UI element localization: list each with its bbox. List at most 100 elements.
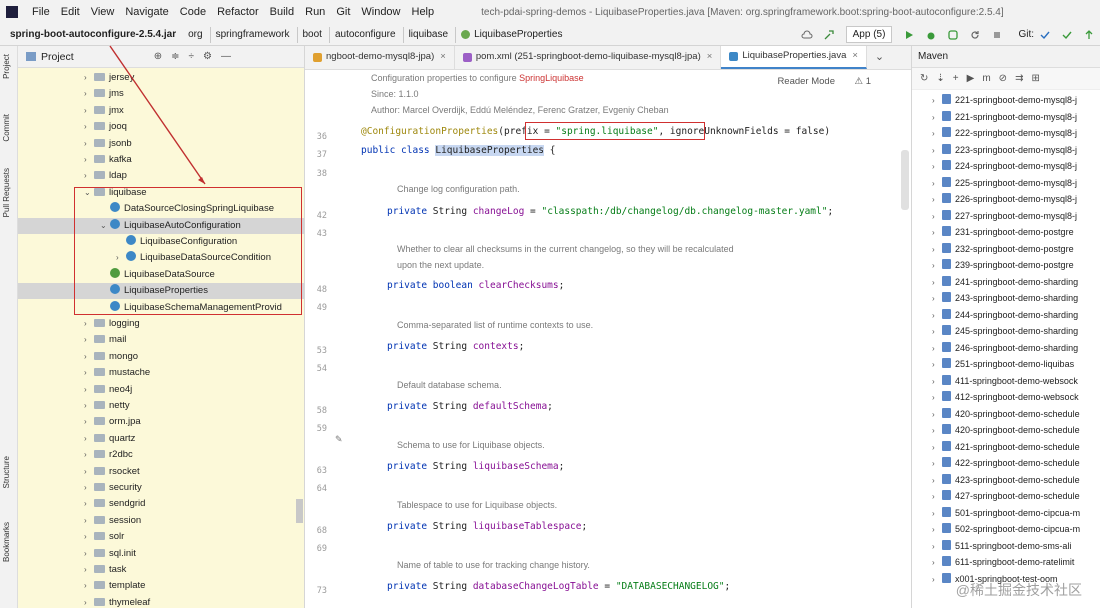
expand-arrow-icon[interactable]: ›: [932, 110, 942, 127]
tree-class[interactable]: DataSourceClosingSpringLiquibase: [18, 201, 304, 217]
expand-arrow-icon[interactable]: ›: [932, 506, 942, 523]
tree-class[interactable]: LiquibaseConfiguration: [18, 234, 304, 250]
tree-class[interactable]: ⌄ LiquibaseAutoConfiguration: [18, 217, 304, 234]
maven-project-item[interactable]: › 232-springboot-demo-postgre: [912, 241, 1074, 258]
debug-icon[interactable]: [925, 29, 937, 41]
expand-arrow-icon[interactable]: ›: [932, 539, 942, 556]
git-update-icon[interactable]: [1039, 29, 1051, 41]
expand-arrow-icon[interactable]: ›: [932, 209, 942, 226]
code-editor[interactable]: Reader Mode ⚠ 1 Configuration properties…: [357, 70, 911, 608]
tree-folder[interactable]: › solr: [18, 529, 304, 545]
maven-project-item[interactable]: › 246-springboot-demo-sharding: [912, 340, 1078, 357]
expand-arrow-icon[interactable]: ›: [84, 414, 94, 430]
tree-folder[interactable]: ⌄ liquibase: [18, 185, 304, 201]
expand-arrow-icon[interactable]: ›: [932, 308, 942, 325]
tab-list-chevron-icon[interactable]: ⌄: [875, 50, 884, 63]
maven-project-item[interactable]: › 223-springboot-demo-mysql8-j: [912, 142, 1077, 159]
expand-arrow-icon[interactable]: ›: [932, 93, 942, 110]
stop-icon[interactable]: [991, 29, 1003, 41]
expand-arrow-icon[interactable]: ›: [84, 398, 94, 414]
editor-tab[interactable]: ngboot-demo-mysql8-jpa) ×: [305, 46, 455, 69]
tree-folder[interactable]: › jmx: [18, 103, 304, 119]
expand-arrow-icon[interactable]: ›: [84, 529, 94, 545]
tree-class[interactable]: LiquibaseDataSource: [18, 267, 304, 283]
expand-arrow-icon[interactable]: ›: [932, 291, 942, 308]
tree-folder[interactable]: › quartz: [18, 431, 304, 447]
expand-arrow-icon[interactable]: ›: [932, 440, 942, 457]
maven-project-item[interactable]: › 411-springboot-demo-websock: [912, 373, 1078, 390]
expand-arrow-icon[interactable]: ›: [84, 447, 94, 463]
code-line-field[interactable]: private String changeLog = "classpath:/d…: [387, 206, 833, 217]
maven-project-item[interactable]: › 227-springboot-demo-mysql8-j: [912, 208, 1077, 225]
run-icon[interactable]: [903, 29, 915, 41]
expand-arrow-icon[interactable]: ›: [932, 390, 942, 407]
expand-arrow-icon[interactable]: ›: [932, 522, 942, 539]
tree-folder[interactable]: › jsonb: [18, 136, 304, 152]
maven-project-item[interactable]: › 422-springboot-demo-schedule: [912, 455, 1080, 472]
tree-folder[interactable]: › security: [18, 480, 304, 496]
locate-icon[interactable]: ⊕: [154, 51, 162, 62]
gear-icon[interactable]: ⚙: [203, 51, 212, 62]
tool-tab-structure[interactable]: Structure: [2, 456, 11, 488]
expand-arrow-icon[interactable]: ›: [932, 143, 942, 160]
tree-folder[interactable]: › sql.init: [18, 546, 304, 562]
hide-icon[interactable]: —: [221, 51, 231, 62]
tool-tab-project[interactable]: Project: [2, 54, 11, 79]
code-line-field[interactable]: private boolean clearChecksums;: [387, 280, 564, 291]
expand-arrow-icon[interactable]: ›: [84, 480, 94, 496]
tool-tab-bookmarks[interactable]: Bookmarks: [2, 522, 11, 562]
maven-project-item[interactable]: › 221-springboot-demo-mysql8-j: [912, 109, 1077, 126]
maven-project-item[interactable]: › 423-springboot-demo-schedule: [912, 472, 1080, 489]
editor-scrollbar[interactable]: [901, 150, 909, 210]
expand-arrow-icon[interactable]: ›: [84, 168, 94, 184]
maven-project-item[interactable]: › 502-springboot-demo-cipcua-m: [912, 521, 1080, 538]
expand-arrow-icon[interactable]: ›: [84, 119, 94, 135]
expand-arrow-icon[interactable]: ›: [84, 152, 94, 168]
expand-arrow-icon[interactable]: ›: [932, 572, 942, 589]
menu-navigate[interactable]: Navigate: [125, 6, 168, 18]
menu-refactor[interactable]: Refactor: [217, 6, 259, 18]
code-line-field[interactable]: private String databaseChangeLogTable = …: [387, 581, 730, 592]
git-commit-icon[interactable]: [1061, 29, 1073, 41]
tree-folder[interactable]: › logging: [18, 316, 304, 332]
maven-project-item[interactable]: › 239-springboot-demo-postgre: [912, 257, 1074, 274]
expand-arrow-icon[interactable]: ›: [932, 324, 942, 341]
expand-arrow-icon[interactable]: ›: [84, 431, 94, 447]
expand-arrow-icon[interactable]: ›: [116, 250, 126, 266]
maven-project-item[interactable]: › 501-springboot-demo-cipcua-m: [912, 505, 1080, 522]
expand-arrow-icon[interactable]: ›: [84, 595, 94, 608]
inspection-indicator[interactable]: ⚠ 1: [855, 76, 871, 87]
expand-arrow-icon[interactable]: ›: [932, 423, 942, 440]
maven-project-item[interactable]: › 511-springboot-demo-sms-ali: [912, 538, 1071, 555]
tree-folder[interactable]: › r2dbc: [18, 447, 304, 463]
menu-build[interactable]: Build: [270, 6, 294, 18]
close-icon[interactable]: ×: [440, 46, 446, 69]
project-panel-title[interactable]: Project: [41, 51, 74, 63]
maven-project-item[interactable]: › 427-springboot-demo-schedule: [912, 488, 1080, 505]
code-line-field[interactable]: private String liquibaseTablespace;: [387, 521, 587, 532]
maven-project-item[interactable]: › 241-springboot-demo-sharding: [912, 274, 1078, 291]
tree-folder[interactable]: › jms: [18, 86, 304, 102]
expand-arrow-icon[interactable]: ›: [84, 332, 94, 348]
reimport-icon[interactable]: ⇣: [936, 73, 944, 84]
expand-arrow-icon[interactable]: ›: [932, 159, 942, 176]
maven-project-item[interactable]: › 226-springboot-demo-mysql8-j: [912, 191, 1077, 208]
expand-arrow-icon[interactable]: ›: [932, 407, 942, 424]
maven-project-item[interactable]: › 224-springboot-demo-mysql8-j: [912, 158, 1077, 175]
tree-folder[interactable]: › mail: [18, 332, 304, 348]
tree-folder[interactable]: › rsocket: [18, 464, 304, 480]
expand-arrow-icon[interactable]: ›: [932, 275, 942, 292]
tree-folder[interactable]: › ldap: [18, 168, 304, 184]
expand-arrow-icon[interactable]: ›: [84, 513, 94, 529]
tree-class[interactable]: LiquibaseSchemaManagementProvid: [18, 300, 304, 316]
expand-arrow-icon[interactable]: ›: [84, 136, 94, 152]
maven-project-item[interactable]: › 420-springboot-demo-schedule: [912, 406, 1080, 423]
expand-arrow-icon[interactable]: ›: [932, 473, 942, 490]
expand-arrow-icon[interactable]: ›: [932, 374, 942, 391]
expand-arrow-icon[interactable]: ›: [932, 555, 942, 572]
toggle-offline-icon[interactable]: ⊘: [999, 73, 1007, 84]
reload-icon[interactable]: [969, 29, 981, 41]
collapse-all-icon[interactable]: ≑: [171, 51, 179, 62]
editor-tab[interactable]: pom.xml (251-springboot-demo-liquibase-m…: [455, 46, 722, 69]
tree-folder[interactable]: › sendgrid: [18, 496, 304, 512]
